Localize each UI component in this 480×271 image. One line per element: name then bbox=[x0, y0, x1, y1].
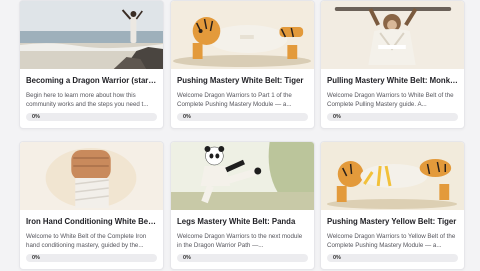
course-description: Welcome Dragon Warriors to Part 1 of the… bbox=[177, 92, 292, 108]
tiger-pushup-image bbox=[171, 1, 314, 69]
course-title[interactable]: Pulling Mastery White Belt: Monkey bbox=[327, 76, 458, 86]
course-title[interactable]: Pushing Mastery Yellow Belt: Tiger bbox=[327, 217, 458, 227]
course-thumbnail[interactable] bbox=[171, 142, 314, 210]
progress-bar: 0% bbox=[327, 254, 458, 262]
course-title[interactable]: Iron Hand Conditioning White Belt... bbox=[26, 217, 157, 227]
course-description: Welcome Dragon Warriors to White Belt of… bbox=[327, 92, 454, 108]
warrior-on-beach-image bbox=[20, 1, 163, 69]
tiger-pushup-yellow-belt-image bbox=[321, 142, 464, 210]
progress-label: 0% bbox=[183, 114, 191, 120]
monkey-pullup-image bbox=[321, 1, 464, 69]
course-thumbnail[interactable] bbox=[20, 142, 163, 210]
course-description: Welcome Dragon Warriors to the next modu… bbox=[177, 233, 303, 249]
course-card[interactable]: Iron Hand Conditioning White Belt... Wel… bbox=[19, 141, 164, 270]
course-description: Welcome Dragon Warriors to Yellow Belt o… bbox=[327, 233, 456, 249]
course-thumbnail[interactable] bbox=[171, 1, 314, 69]
course-title[interactable]: Legs Mastery White Belt: Panda bbox=[177, 217, 308, 227]
progress-bar: 0% bbox=[26, 254, 157, 262]
progress-bar: 0% bbox=[177, 254, 308, 262]
progress-bar: 0% bbox=[26, 113, 157, 121]
progress-bar: 0% bbox=[177, 113, 308, 121]
course-title[interactable]: Pushing Mastery White Belt: Tiger bbox=[177, 76, 308, 86]
course-card[interactable]: Pushing Mastery White Belt: Tiger Welcom… bbox=[170, 0, 315, 129]
course-thumbnail[interactable] bbox=[20, 1, 163, 69]
course-description: Welcome to White Belt of the Complete Ir… bbox=[26, 233, 147, 249]
progress-label: 0% bbox=[183, 255, 191, 261]
course-description: Begin here to learn more about how this … bbox=[26, 92, 149, 108]
panda-kick-image bbox=[171, 142, 314, 210]
course-card[interactable]: Pushing Mastery Yellow Belt: Tiger Welco… bbox=[320, 141, 465, 270]
wrapped-fist-image bbox=[20, 142, 163, 210]
progress-label: 0% bbox=[32, 255, 40, 261]
course-thumbnail[interactable] bbox=[321, 1, 464, 69]
course-thumbnail[interactable] bbox=[321, 142, 464, 210]
progress-label: 0% bbox=[333, 114, 341, 120]
progress-label: 0% bbox=[333, 255, 341, 261]
course-card[interactable]: Becoming a Dragon Warrior (start ... Beg… bbox=[19, 0, 164, 129]
course-card[interactable]: Legs Mastery White Belt: Panda Welcome D… bbox=[170, 141, 315, 270]
course-title[interactable]: Becoming a Dragon Warrior (start ... bbox=[26, 76, 157, 86]
course-card[interactable]: Pulling Mastery White Belt: Monkey Welco… bbox=[320, 0, 465, 129]
progress-bar: 0% bbox=[327, 113, 458, 121]
progress-label: 0% bbox=[32, 114, 40, 120]
